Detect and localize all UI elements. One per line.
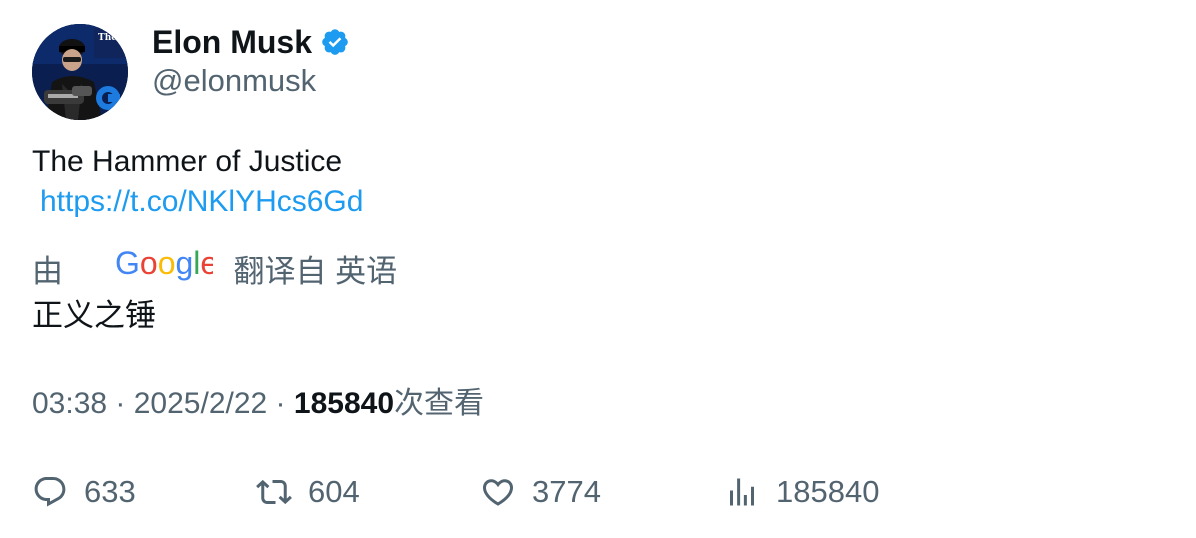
reply-count: 633 [84,474,136,509]
svg-text:Google: Google [115,246,213,281]
retweet-button[interactable]: 604 [256,470,360,514]
views-label: 次查看 [394,387,484,420]
tweet-meta: 03:38 · 2025/2/22 · 185840次查看 [32,384,484,424]
tweet-text: The Hammer of Justice [32,145,343,178]
translation-attribution: 由 Google 翻译自 英语 [32,245,398,290]
analytics-icon [730,478,754,506]
translation-suffix: 翻译自 英语 [233,253,398,289]
author-handle[interactable]: @elonmusk [152,62,316,100]
like-button[interactable]: 3774 [480,470,601,514]
author-name-row: Elon Musk [152,22,350,62]
reply-button[interactable]: 633 [32,470,136,514]
tweet-time[interactable]: 03:38 [32,387,107,420]
meta-separator: · [267,387,294,420]
avatar[interactable]: The Dogefa [32,24,128,120]
avatar-text-the: The Dogefa [98,33,128,43]
retweet-count: 604 [308,474,360,509]
retweet-icon [256,479,292,505]
reply-icon [34,477,66,507]
like-count: 3774 [532,474,601,509]
views-count: 185840 [293,387,394,420]
translated-text: 正义之锤 [32,298,156,333]
tweet-date[interactable]: 2025/2/22 [134,387,267,420]
avatar-image: The Dogefa [32,24,128,120]
heart-icon [482,479,514,506]
views-action-count: 185840 [776,474,880,509]
verified-badge-icon[interactable] [320,27,350,57]
views-button[interactable]: 185840 [724,470,879,514]
author-display-name[interactable]: Elon Musk [152,22,312,62]
meta-separator: · [107,387,134,420]
translation-prefix: 由 [32,253,63,289]
